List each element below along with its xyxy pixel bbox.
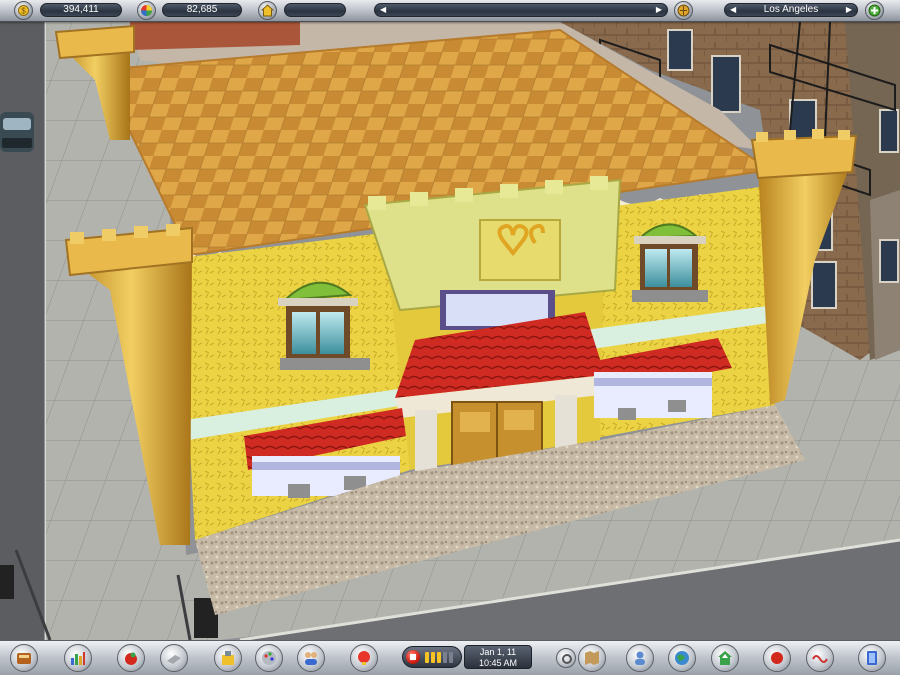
coin-icon[interactable]: $ xyxy=(14,1,33,20)
map-icon xyxy=(585,651,599,665)
parked-car xyxy=(0,112,34,152)
build-button[interactable] xyxy=(214,644,242,672)
map-button[interactable] xyxy=(578,644,606,672)
rotate-view-button[interactable] xyxy=(556,648,576,668)
decor-button[interactable] xyxy=(255,644,283,672)
window xyxy=(632,223,708,302)
wave-icon xyxy=(812,655,828,663)
arrow-left-icon[interactable]: ◀ xyxy=(730,4,736,16)
person-icon xyxy=(635,651,645,665)
options-button[interactable] xyxy=(806,644,834,672)
money-display: 394,411 xyxy=(40,3,122,17)
arrow-right-icon[interactable]: ▶ xyxy=(656,4,662,16)
rotate-icon xyxy=(562,654,572,664)
bulldoze-button[interactable] xyxy=(160,644,188,672)
customers-button[interactable] xyxy=(626,644,654,672)
arrow-right-icon[interactable]: ▶ xyxy=(846,4,852,16)
help-button[interactable] xyxy=(858,644,886,672)
date-time-display: Jan 1, 11 10:45 AM xyxy=(464,645,532,669)
ideas-button[interactable] xyxy=(350,644,378,672)
visitors-display: 82,685 xyxy=(162,3,242,17)
city-selector[interactable]: ◀ Los Angeles ▶ xyxy=(724,3,858,17)
statistics-button[interactable] xyxy=(64,644,92,672)
world-button[interactable] xyxy=(668,644,696,672)
globe-icon xyxy=(675,651,689,665)
pause-button[interactable] xyxy=(406,650,420,664)
money-value: 394,411 xyxy=(63,4,99,15)
lightbulb-icon xyxy=(358,651,370,665)
color-wheel-icon[interactable] xyxy=(137,1,156,20)
city-name: Los Angeles xyxy=(763,4,819,15)
chef-icon xyxy=(771,652,783,664)
game-speed-control[interactable] xyxy=(402,646,462,668)
time-value: 10:45 AM xyxy=(478,658,518,668)
bar-chart-icon xyxy=(71,652,85,665)
house-up-icon xyxy=(718,651,732,665)
game-viewport[interactable] xyxy=(0,0,900,675)
build-icon xyxy=(222,651,234,665)
speed-pip[interactable] xyxy=(437,652,441,663)
ledger-icon xyxy=(17,653,31,664)
house-icon[interactable] xyxy=(258,1,277,20)
speed-pip[interactable] xyxy=(425,652,429,663)
top-status-bar: $ 394,411 82,685 ◀ ▶ ◀ Los Angeles ▶ xyxy=(0,0,900,22)
message-ticker[interactable]: ◀ ▶ xyxy=(374,3,668,17)
palette-icon xyxy=(262,651,276,665)
people-icon xyxy=(305,652,317,665)
chef-button[interactable] xyxy=(763,644,791,672)
visitors-value: 82,685 xyxy=(186,4,218,15)
plus-icon[interactable] xyxy=(865,1,884,20)
book-icon xyxy=(867,651,877,665)
svg-text:$: $ xyxy=(21,7,26,16)
globe-icon[interactable] xyxy=(674,1,693,20)
upgrade-button[interactable] xyxy=(711,644,739,672)
apple-icon xyxy=(125,652,137,665)
finance-ledger-button[interactable] xyxy=(10,644,38,672)
speed-pip[interactable] xyxy=(449,652,453,663)
speed-pip[interactable] xyxy=(431,652,435,663)
date-value: Jan 1, 11 xyxy=(479,647,517,657)
arrow-left-icon[interactable]: ◀ xyxy=(380,4,386,16)
speed-pip[interactable] xyxy=(443,652,447,663)
staff-button[interactable] xyxy=(297,644,325,672)
rating-display xyxy=(284,3,346,17)
bulldozer-icon xyxy=(167,655,181,664)
bottom-toolbar xyxy=(0,640,900,675)
food-menu-button[interactable] xyxy=(117,644,145,672)
